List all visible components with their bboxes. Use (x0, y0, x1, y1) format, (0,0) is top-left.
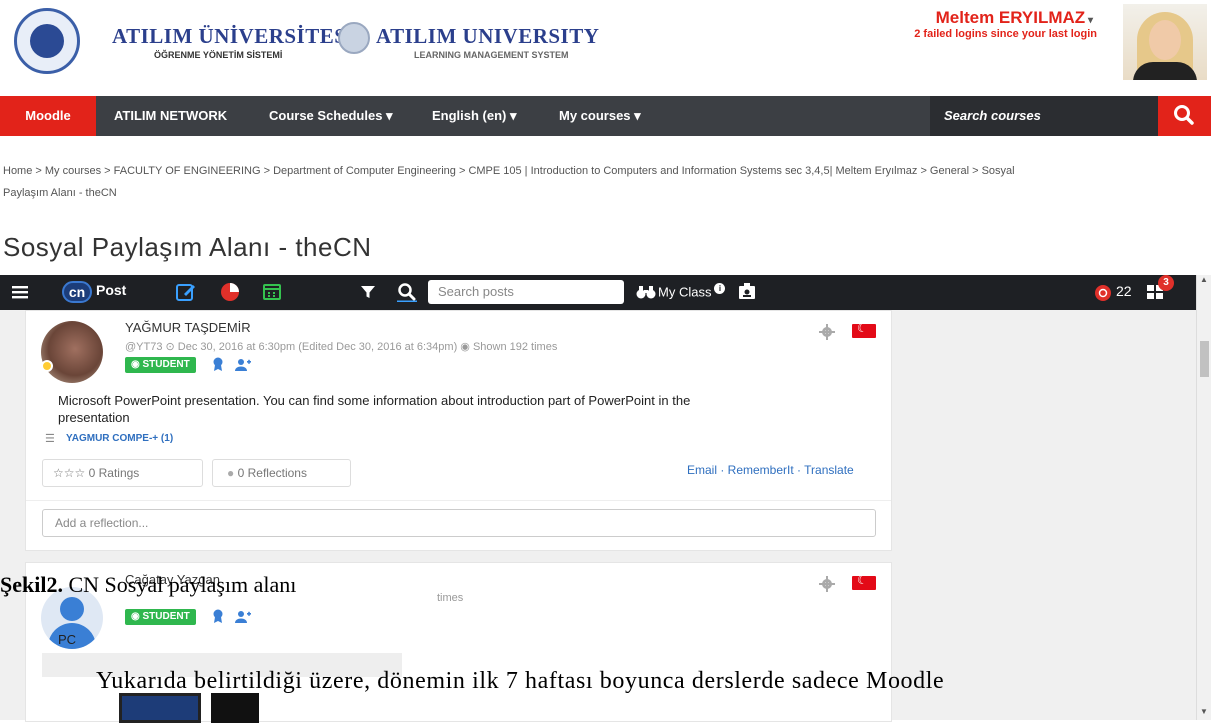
page-title: Sosyal Paylaşım Alanı - theCN (3, 232, 372, 262)
failed-logins-notice: 2 failed logins since your last login (914, 28, 1097, 40)
nav-my-courses[interactable]: My courses ▾ (559, 96, 641, 136)
logo-title-tr[interactable]: ATILIM ÜNİVERSİTESİ (112, 24, 355, 49)
nav-language[interactable]: English (en) ▾ (432, 96, 517, 136)
post-attachment[interactable]: YAGMUR COMPE-+ (1) (66, 433, 173, 444)
thecn-toolbar: cn Post Search posts My Class i 22 3 (0, 275, 1196, 310)
post-card: YAĞMUR TAŞDEMİR @YT73 ⊙ Dec 30, 2016 at … (25, 310, 892, 551)
post-meta: @YT73 ⊙ Dec 30, 2016 at 6:30pm (Edited D… (125, 341, 558, 353)
pie-chart-icon[interactable] (219, 281, 241, 303)
calendar-icon[interactable] (263, 282, 281, 300)
user-avatar[interactable] (1123, 4, 1207, 80)
logo-subtitle-en: LEARNING MANAGEMENT SYSTEM (414, 50, 569, 60)
turkish-flag-icon[interactable] (852, 321, 876, 338)
thecn-logo[interactable]: cn (62, 281, 92, 303)
divider (26, 500, 891, 501)
main-navbar: Moodle ATILIM NETWORK Course Schedules ▾… (0, 96, 1211, 136)
document-icon: ☰ (45, 433, 55, 445)
notifications-icon[interactable] (1093, 283, 1113, 303)
settings-gear-icon[interactable] (819, 324, 835, 340)
search-button[interactable] (1158, 96, 1211, 136)
add-friend-icon[interactable] (235, 610, 251, 623)
edit-icon[interactable] (176, 282, 196, 302)
frame-scrollbar[interactable]: ▲ ▼ (1196, 275, 1211, 720)
my-class-link[interactable]: My Class i (658, 283, 726, 299)
device-image (211, 693, 259, 723)
post-text-line1: Microsoft PowerPoint presentation. You c… (58, 393, 691, 408)
course-search-input[interactable]: Search courses (930, 96, 1158, 136)
speech-bubble-icon: ● (227, 466, 238, 480)
logo-subtitle-tr: ÖĞRENME YÖNETİM SİSTEMİ (154, 50, 283, 60)
post-actions[interactable]: Email · RememberIt · Translate (687, 463, 854, 477)
turkish-flag-icon[interactable] (852, 573, 876, 590)
student-badge: ◉ STUDENT (125, 357, 196, 373)
settings-gear-icon[interactable] (819, 576, 835, 592)
menu-icon[interactable] (12, 285, 28, 299)
reflections-label[interactable]: 0 Reflections (238, 466, 307, 480)
post-author[interactable]: YAĞMUR TAŞDEMİR (125, 320, 251, 335)
id-card-icon[interactable] (738, 282, 756, 300)
nav-atilim-network[interactable]: ATILIM NETWORK (114, 96, 227, 136)
my-class-info-badge: i (714, 283, 726, 294)
ratings-button[interactable]: ☆☆☆ 0 Ratings (42, 459, 203, 487)
nav-moodle[interactable]: Moodle (0, 96, 96, 136)
award-icon (213, 357, 223, 371)
post-search-input[interactable]: Search posts (428, 280, 624, 304)
university-emblem-icon (338, 22, 370, 54)
student-badge: ◉ STUDENT (125, 609, 196, 625)
author-avatar[interactable] (41, 321, 103, 383)
post-button[interactable]: Post (96, 282, 126, 298)
thecn-embedded-frame: cn Post Search posts My Class i 22 3 YAĞM… (0, 275, 1211, 723)
filter-icon[interactable] (360, 284, 376, 300)
university-logo-icon[interactable] (14, 8, 80, 74)
caret-down-icon[interactable]: ▾ (1085, 15, 1093, 26)
nav-course-schedules[interactable]: Course Schedules ▾ (269, 96, 393, 136)
user-name[interactable]: Meltem ERYILMAZ (936, 8, 1086, 27)
add-friend-icon[interactable] (235, 358, 251, 371)
reflections-button[interactable]: ● 0 Reflections (212, 459, 351, 487)
my-class-label[interactable]: My Class (658, 284, 711, 299)
scroll-up-icon[interactable]: ▲ (1200, 275, 1208, 284)
status-dot-icon (41, 360, 53, 372)
search-icon (1174, 105, 1194, 125)
caption-text: CN Sosyal paylaşım alanı (62, 572, 297, 597)
notification-count[interactable]: 22 (1116, 283, 1132, 299)
scrollbar-thumb[interactable] (1200, 341, 1209, 377)
add-reflection-input[interactable]: Add a reflection... (42, 509, 876, 537)
breadcrumb-continued[interactable]: Paylaşım Alanı - theCN (3, 187, 117, 199)
breadcrumb[interactable]: Home > My courses > FACULTY OF ENGINEERI… (3, 165, 1015, 177)
scroll-down-icon[interactable]: ▼ (1200, 707, 1208, 716)
search-icon[interactable] (397, 282, 417, 302)
user-menu[interactable]: Meltem ERYILMAZ ▾ (936, 8, 1093, 28)
binoculars-icon[interactable] (636, 284, 656, 300)
caption-label: Şekil2. (0, 572, 63, 597)
award-icon (213, 609, 223, 623)
post-text: PC (58, 632, 77, 647)
document-paragraph: Yukarıda belirtildiği üzere, dönemin ilk… (96, 668, 945, 694)
post-text-line2: presentation (58, 410, 130, 425)
apps-badge: 3 (1158, 275, 1174, 291)
figure-caption: Şekil2. CN Sosyal paylaşım alanı (0, 572, 296, 598)
device-image (119, 693, 201, 723)
site-header: ATILIM ÜNİVERSİTESİ ÖĞRENME YÖNETİM SİST… (0, 0, 1211, 92)
logo-title-en[interactable]: ATILIM UNIVERSITY (376, 24, 599, 49)
post-meta: times (437, 592, 464, 604)
